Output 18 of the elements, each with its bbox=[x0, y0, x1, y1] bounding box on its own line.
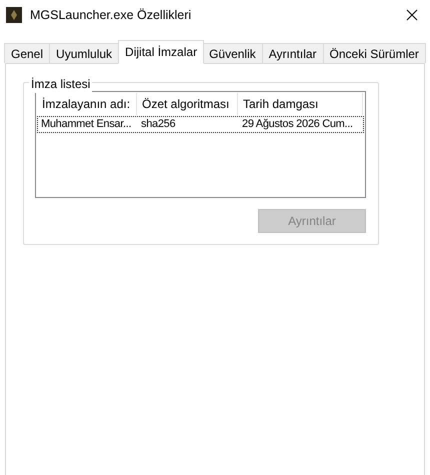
column-header[interactable]: Tarih damgası bbox=[238, 93, 363, 115]
signature-list[interactable]: İmzalayanın adı: Özet algoritması Tarih damgası Muhammet Ensar... sha256 29 Ağustos 2026 Cum... bbox=[35, 91, 366, 198]
close-icon[interactable] bbox=[406, 9, 418, 21]
tab[interactable]: Önceki Sürümler bbox=[322, 43, 426, 63]
group-title: İmza listesi bbox=[29, 75, 92, 93]
tab[interactable]: Uyumluluk bbox=[49, 43, 120, 63]
column-header[interactable]: Özet algoritması bbox=[137, 93, 238, 115]
window-title: MGSLauncher.exe Özellikleri bbox=[30, 6, 192, 24]
tab[interactable]: Ayrıntılar bbox=[262, 43, 324, 63]
tab[interactable]: Dijital İmzalar bbox=[118, 40, 204, 64]
tab[interactable]: Genel bbox=[4, 43, 50, 63]
table-cell-text: 29 Ağustos 2026 Cum... bbox=[241, 117, 354, 132]
table-cell-text: sha256 bbox=[140, 117, 176, 132]
table-cell-text: Muhammet Ensar... bbox=[40, 117, 132, 132]
list-row[interactable]: Muhammet Ensar... sha256 29 Ağustos 2026 Cum... bbox=[37, 116, 364, 133]
app-icon bbox=[6, 7, 22, 23]
column-header[interactable]: İmzalayanın adı: bbox=[37, 93, 137, 115]
tab[interactable]: Güvenlik bbox=[202, 43, 263, 63]
